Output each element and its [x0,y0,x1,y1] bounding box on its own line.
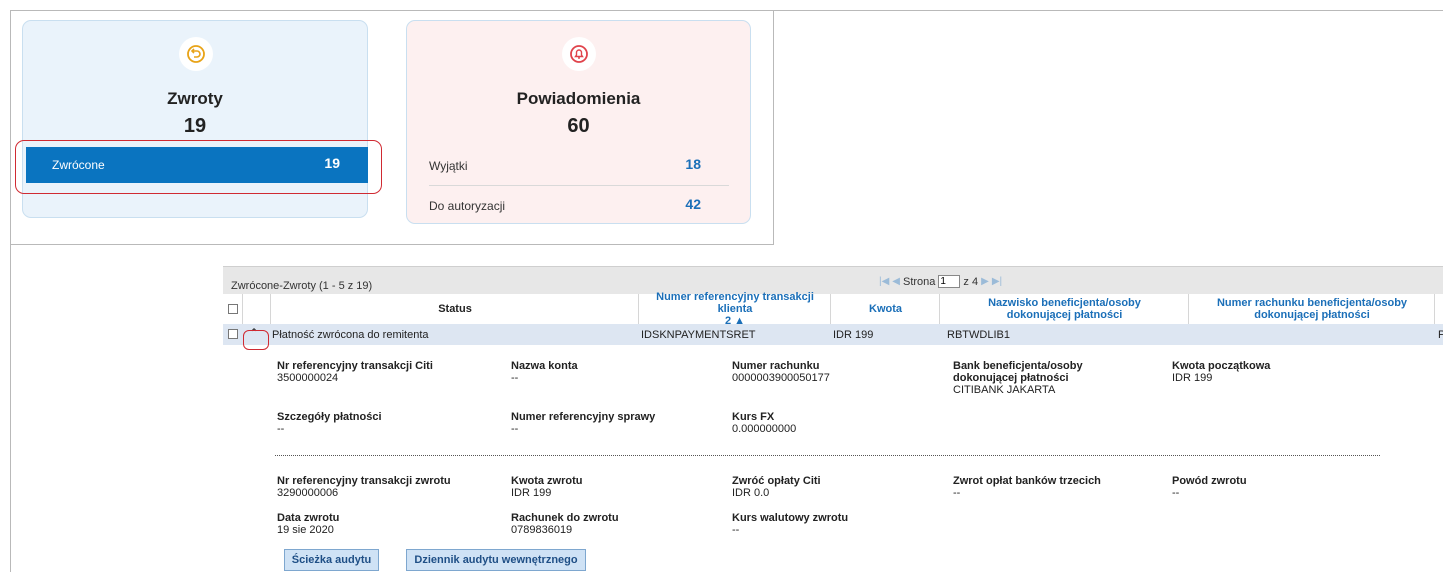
card-title: Zwroty [167,89,223,108]
row-label: Do autoryzacji [429,199,506,213]
detail-initial-amount: Kwota początkowa IDR 199 [1172,360,1271,384]
next-page-icon[interactable]: ▶ [981,276,989,287]
detail-return-reason: Powód zwrotu -- [1172,475,1247,499]
detail-return-date: Data zwrotu 19 sie 2020 [277,512,340,536]
pager-total: z 4 [963,275,979,288]
grid-title: Zwrócone-Zwroty (1 - 5 z 19) [231,280,373,292]
last-page-icon[interactable]: ▶| [992,276,1002,287]
select-all-cell [223,294,242,324]
header-label: Nazwisko beneficjenta/osoby dokonującej … [988,297,1141,321]
detail-fx: Kurs FX 0.000000000 [732,411,797,435]
page-input[interactable] [938,275,961,288]
row-value: 18 [685,156,701,172]
returns-grid: Zwrócone-Zwroty (1 - 5 z 19) |◀ ◀ Strona… [223,266,1443,572]
detail-bank: Bank beneficjenta/osoby dokonującej płat… [953,360,1083,396]
expand-col-header [242,294,271,324]
detail-return-account: Rachunek do zwrotu 0789836019 [511,512,619,536]
detail-account-name: Nazwa konta -- [511,360,578,384]
header-beneficiary[interactable]: Nazwisko beneficjenta/osoby dokonującej … [939,294,1189,324]
notifications-card[interactable]: Powiadomienia 60 Wyjątki 18 Do autoryzac… [406,20,751,224]
header-label: Numer referencyjny transakcji klienta [656,291,814,315]
grid-header: Status Numer referencyjny transakcji kli… [223,291,1443,327]
grid-toolbar: Zwrócone-Zwroty (1 - 5 z 19) |◀ ◀ Strona… [223,266,1443,295]
divider [772,10,1443,11]
row-amount: IDR 199 [833,329,874,341]
row-ref: IDSKNPAYMENTSRET [641,329,756,341]
return-icon [179,37,213,71]
divider [275,455,1380,456]
pager-label: Strona [903,275,936,288]
card-count: 19 [183,115,207,137]
row-status: Płatność zwrócona do remitenta [272,329,429,341]
header-account[interactable]: Numer rachunku beneficjenta/osoby dokonu… [1188,294,1435,324]
highlight-box [15,140,382,194]
detail-return-amount: Kwota zwrotu IDR 199 [511,475,583,499]
detail-return-ref: Nr referencyjny transakcji zwrotu 3290000… [277,475,451,499]
pager: |◀ ◀ Strona z 4 ▶ ▶| [879,275,1002,288]
bell-icon [562,37,596,71]
internal-audit-log-button[interactable]: Dziennik audytu wewnętrznego [406,549,586,571]
header-status[interactable]: Status [270,294,639,324]
row-detail: Nr referencyjny transakcji Citi 350000002… [223,345,1443,572]
detail-account-number: Numer rachunku 0000003900050177 [732,360,830,384]
first-page-icon[interactable]: |◀ [879,276,889,287]
row-beneficiary: RBTWDLIB1 [947,329,1010,341]
audit-trail-button[interactable]: Ścieżka audytu [284,549,379,571]
header-amount[interactable]: Kwota [830,294,940,324]
prev-page-icon[interactable]: ◀ [892,276,900,287]
header-client-ref[interactable]: Numer referencyjny transakcji klienta 2 … [638,291,831,327]
detail-third-party-fees: Zwrot opłat banków trzecich -- [953,475,1101,499]
detail-return-fx: Kurs walutowy zwrotu -- [732,512,849,536]
row-overflow: P [1438,329,1443,341]
exceptions-row[interactable]: Wyjątki 18 [429,156,729,173]
detail-payment-details: Szczegóły płatności -- [277,411,382,435]
card-title: Powiadomienia [516,89,641,108]
row-checkbox[interactable] [228,329,238,339]
detail-case-ref: Numer referencyjny sprawy -- [511,411,656,435]
card-count: 60 [567,115,590,137]
detail-citi-fees: Zwróć opłaty Citi IDR 0.0 [732,475,821,499]
header-label: Numer rachunku beneficjenta/osoby dokonu… [1216,297,1408,321]
row-label: Wyjątki [429,159,468,173]
header-overflow [1434,294,1443,324]
divider [429,185,729,186]
row-value: 42 [685,196,701,212]
to-authorize-row[interactable]: Do autoryzacji 42 [429,196,729,213]
divider [10,243,11,572]
detail-citi-ref: Nr referencyjny transakcji Citi 350000002… [277,360,433,384]
highlight-box [243,330,269,350]
select-all-checkbox[interactable] [227,304,238,314]
table-row[interactable]: ⌃ Płatność zwrócona do remitenta IDSKNPA… [223,324,1443,345]
